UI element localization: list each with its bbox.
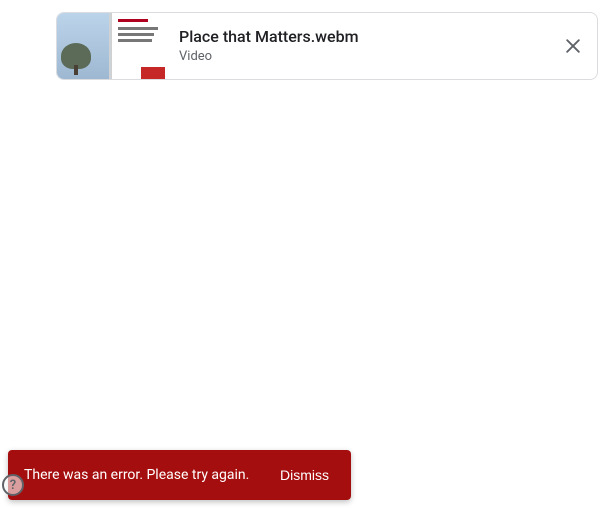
help-icon: ? — [10, 478, 16, 493]
file-title: Place that Matters.webm — [179, 27, 537, 47]
dismiss-button[interactable]: Dismiss — [276, 459, 333, 491]
file-meta: Place that Matters.webm Video — [165, 13, 549, 79]
error-toast-message: There was an error. Please try again. — [24, 467, 249, 483]
file-attachment-card[interactable]: Place that Matters.webm Video — [56, 12, 598, 80]
help-button[interactable]: ? — [2, 474, 24, 496]
error-toast: There was an error. Please try again. Di… — [8, 450, 351, 500]
close-icon — [563, 36, 583, 56]
file-thumbnail — [57, 13, 165, 79]
remove-file-button[interactable] — [549, 13, 597, 79]
file-type-label: Video — [179, 49, 537, 65]
